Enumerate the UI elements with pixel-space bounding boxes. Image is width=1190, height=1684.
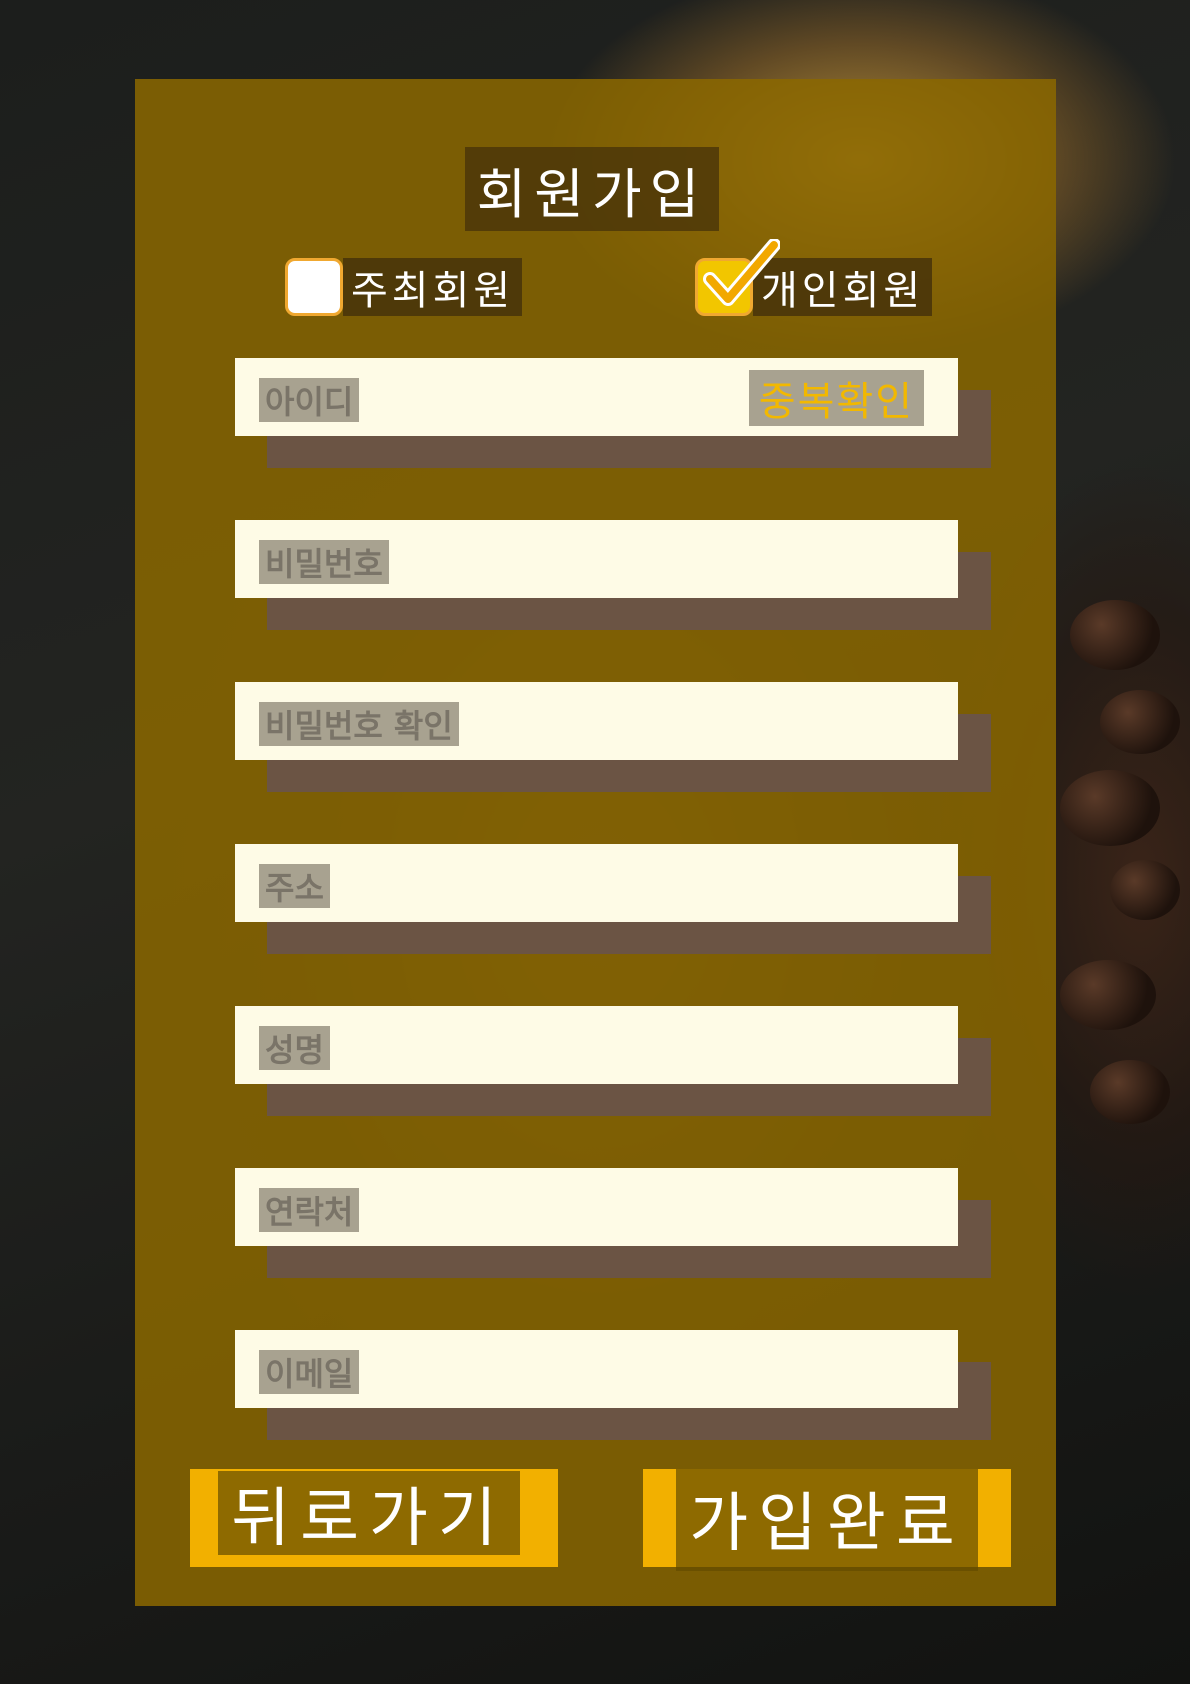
password-confirm-placeholder: 비밀번호 확인	[259, 702, 459, 746]
email-input[interactable]: 이메일	[235, 1330, 958, 1408]
phone-field: 연락처	[235, 1168, 991, 1278]
submit-button-label: 가입완료	[676, 1469, 978, 1571]
phone-input[interactable]: 연락처	[235, 1168, 958, 1246]
password-confirm-input[interactable]: 비밀번호 확인	[235, 682, 958, 760]
password-input[interactable]: 비밀번호	[235, 520, 958, 598]
company-member-checkbox[interactable]	[285, 258, 343, 316]
email-field: 이메일	[235, 1330, 991, 1440]
name-placeholder: 성명	[259, 1026, 330, 1070]
back-button[interactable]: 뒤로가기	[190, 1469, 558, 1567]
id-placeholder: 아이디	[259, 378, 360, 422]
checkmark-icon	[703, 239, 780, 306]
company-member-label: 주최회원	[343, 258, 523, 316]
address-input[interactable]: 주소	[235, 844, 958, 922]
name-input[interactable]: 성명	[235, 1006, 958, 1084]
id-input[interactable]: 아이디 중복확인	[235, 358, 958, 436]
password-field: 비밀번호	[235, 520, 991, 630]
personal-member-checkbox[interactable]	[695, 239, 780, 316]
password-confirm-field: 비밀번호 확인	[235, 682, 991, 792]
name-field: 성명	[235, 1006, 991, 1116]
member-type-company[interactable]: 주최회원	[285, 257, 523, 317]
signup-panel: 회원가입 주최회원 개인회원 아이디 중복확인 비밀번호 비밀번호 확인 주소 …	[135, 79, 1056, 1606]
address-placeholder: 주소	[259, 864, 330, 908]
id-field: 아이디 중복확인	[235, 358, 991, 468]
member-type-personal[interactable]: 개인회원	[695, 239, 933, 317]
submit-button[interactable]: 가입완료	[643, 1469, 1011, 1571]
email-placeholder: 이메일	[259, 1350, 360, 1394]
duplicate-check-button[interactable]: 중복확인	[748, 370, 924, 426]
address-field: 주소	[235, 844, 991, 954]
password-placeholder: 비밀번호	[259, 540, 389, 584]
phone-placeholder: 연락처	[259, 1188, 360, 1232]
back-button-label: 뒤로가기	[218, 1471, 520, 1556]
page-title: 회원가입	[465, 147, 719, 231]
